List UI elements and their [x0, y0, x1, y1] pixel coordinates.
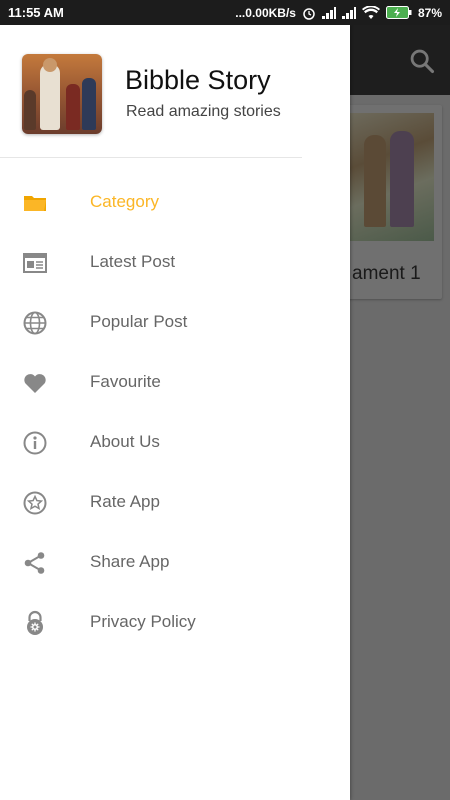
menu-label: Rate App [90, 492, 160, 511]
app-name: Bibble Story [125, 65, 271, 95]
figure-shape [390, 131, 414, 227]
share-icon [24, 552, 45, 574]
figure-shape [364, 135, 386, 227]
alarm-icon [303, 7, 315, 20]
signal-icon [321, 6, 336, 19]
menu-label: Latest Post [90, 252, 176, 271]
menu-label: Share App [90, 552, 170, 571]
search-icon[interactable] [408, 47, 436, 75]
app-logo [22, 54, 102, 134]
signal-icon-2 [341, 6, 356, 19]
menu-item-share-app[interactable]: Share App [0, 533, 350, 593]
heart-icon [24, 374, 46, 393]
lock-icon [27, 610, 43, 635]
menu-label: Privacy Policy [90, 612, 196, 631]
newspaper-icon [23, 253, 47, 273]
story-card-image [350, 113, 434, 241]
story-card-title: ament 1 [352, 263, 421, 284]
info-icon [23, 431, 47, 455]
menu-label: Category [90, 192, 159, 211]
story-card[interactable]: ament 1 [336, 105, 442, 299]
app-tagline: Read amazing stories [126, 103, 281, 120]
menu-item-latest-post[interactable]: Latest Post [0, 233, 350, 293]
drawer-header: Bibble Story Read amazing stories [0, 25, 350, 157]
navigation-drawer: Bibble Story Read amazing stories Catego… [0, 25, 350, 800]
menu-item-popular-post[interactable]: Popular Post [0, 293, 350, 353]
battery-percent: 87% [417, 5, 442, 20]
wifi-icon [361, 6, 380, 19]
network-speed: ...0.00KB/s [235, 5, 296, 20]
menu-item-category[interactable]: Category [0, 173, 350, 233]
drawer-menu: Category Latest Post Popular Post Favour… [0, 173, 350, 653]
battery-icon [385, 6, 412, 19]
star-icon [23, 491, 47, 515]
header-divider [0, 157, 302, 158]
menu-label: Popular Post [90, 312, 188, 331]
menu-item-rate-app[interactable]: Rate App [0, 473, 350, 533]
status-icons: ...0.00KB/s 87% [235, 6, 442, 20]
globe-icon [23, 311, 47, 335]
menu-label: About Us [90, 432, 160, 451]
status-bar: 11:55 AM ...0.00KB/s 87% [0, 0, 450, 25]
menu-item-privacy-policy[interactable]: Privacy Policy [0, 593, 350, 653]
folder-icon [24, 196, 46, 211]
menu-item-favourite[interactable]: Favourite [0, 353, 350, 413]
menu-item-about-us[interactable]: About Us [0, 413, 350, 473]
status-time: 11:55 AM [8, 5, 64, 20]
menu-label: Favourite [90, 372, 161, 391]
